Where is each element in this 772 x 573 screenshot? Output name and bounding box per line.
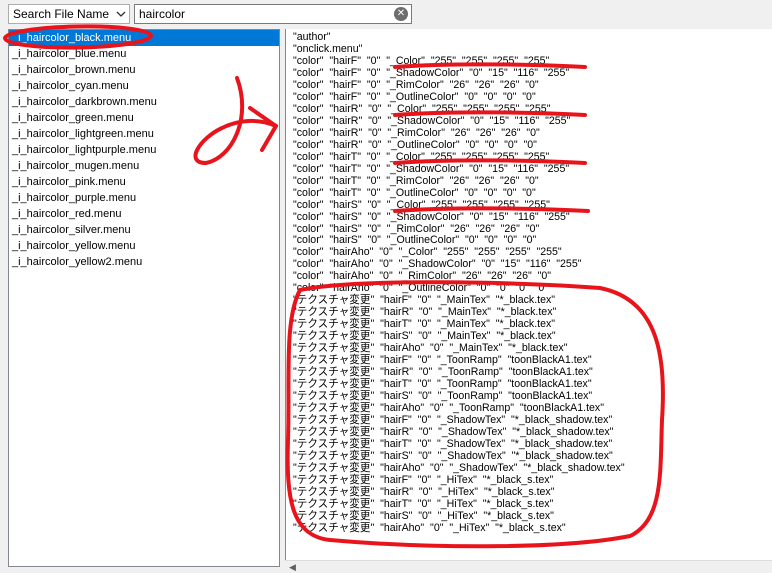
content-line: "テクスチャ変更" "hairS" "0" "_HiTex" "*_black_… [293,509,554,522]
content-line: "color" "hairR" "0" "_ShadowColor" "0" "… [293,114,571,127]
file-list-item[interactable]: _i_haircolor_brown.menu [9,62,279,78]
content-line: "color" "hairT" "0" "_RimColor" "26" "26… [293,174,539,187]
horizontal-scrollbar[interactable]: ◀ [285,560,772,573]
content-line: "color" "hairS" "0" "_ShadowColor" "0" "… [293,210,570,223]
file-list[interactable]: _i_haircolor_black.menu _i_haircolor_blue… [8,29,280,567]
content-line: "color" "hairT" "0" "_Color" "255" "255"… [293,150,550,163]
file-list-item[interactable]: _i_haircolor_red.menu [9,206,279,222]
search-mode-dropdown[interactable]: Search File Name [8,4,130,24]
file-list-item[interactable]: _i_haircolor_green.menu [9,110,279,126]
search-input[interactable] [135,5,389,23]
file-list-item[interactable]: _i_haircolor_darkbrown.menu [9,94,279,110]
content-line: "テクスチャ変更" "hairAho" "0" "_HiTex" "*_blac… [293,521,566,534]
toolbar: Search File Name ✕ [0,0,772,28]
clear-search-icon[interactable]: ✕ [394,7,408,21]
file-content-lines: "author" "onclick.menu" "color" "hairF" "0… [286,29,772,535]
search-box: ✕ [134,4,412,24]
chevron-down-icon [116,11,126,17]
file-list-item[interactable]: _i_haircolor_yellow2.menu [9,254,279,270]
content-line: "color" "hairR" "0" "_RimColor" "26" "26… [293,126,540,139]
content-line: "color" "hairR" "0" "_OutlineColor" "0" … [293,138,537,151]
content-line: "テクスチャ変更" "hairR" "0" "_HiTex" "*_black_… [293,485,555,498]
file-list-item[interactable]: _i_haircolor_silver.menu [9,222,279,238]
scroll-left-arrow-icon[interactable]: ◀ [289,562,296,573]
file-list-item[interactable]: _i_haircolor_lightpurple.menu [9,142,279,158]
content-line: "color" "hairT" "0" "_OutlineColor" "0" … [293,186,536,199]
file-list-item[interactable]: _i_haircolor_black.menu [9,30,279,46]
file-list-item[interactable]: _i_haircolor_pink.menu [9,174,279,190]
search-mode-label: Search File Name [13,7,110,21]
content-line: "color" "hairS" "0" "_Color" "255" "255"… [293,198,550,211]
file-list-item[interactable]: _i_haircolor_purple.menu [9,190,279,206]
file-content-pane[interactable]: "author" "onclick.menu" "color" "hairF" "0… [285,29,772,560]
file-list-item[interactable]: _i_haircolor_blue.menu [9,46,279,62]
content-line: "テクスチャ変更" "hairT" "0" "_HiTex" "*_black_… [293,497,554,510]
file-list-item[interactable]: _i_haircolor_mugen.menu [9,158,279,174]
file-list-item[interactable]: _i_haircolor_cyan.menu [9,78,279,94]
file-list-item[interactable]: _i_haircolor_yellow.menu [9,238,279,254]
file-list-item[interactable]: _i_haircolor_lightgreen.menu [9,126,279,142]
content-line: "color" "hairR" "0" "_Color" "255" "255"… [293,102,551,115]
content-line: "color" "hairT" "0" "_ShadowColor" "0" "… [293,162,570,175]
